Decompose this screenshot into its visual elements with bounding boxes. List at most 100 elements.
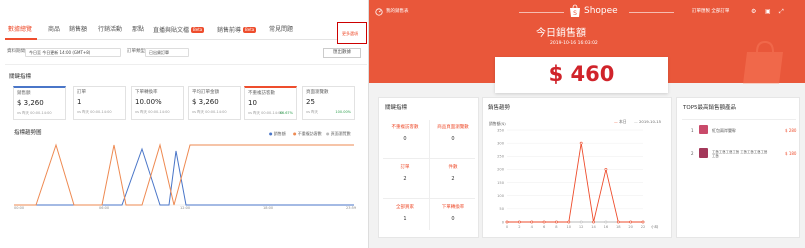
y-tick-label: 50 [499, 207, 504, 211]
y-tick-label: 300 [497, 141, 505, 145]
header-right-links[interactable]: 訂單匯製 全部訂單 [692, 9, 729, 15]
x-tick-label: 23:59 [346, 206, 357, 210]
data-point [641, 220, 645, 224]
fullscreen-icon[interactable]: ⤢ [779, 9, 784, 15]
order-type-label: 訂單類型 [127, 49, 145, 54]
product-rank: 1 [691, 128, 694, 133]
product-price: $ 180 [785, 151, 797, 156]
more-options-tab[interactable]: 更多選項 [337, 22, 367, 44]
y-tick-label: 150 [497, 181, 505, 185]
beta-badge: Beta [191, 27, 205, 33]
beta-badge: Beta [243, 27, 257, 33]
x-tick-label: 18 [616, 225, 621, 229]
data-point [505, 220, 509, 224]
metric-value: 25 [306, 98, 315, 106]
key-metric-label: 訂單 [400, 165, 410, 170]
key-metrics-title: 關鍵指標 [385, 105, 408, 111]
metric-card[interactable]: 下單轉換率 10.00% vs 昨天 00:00-14:00 [131, 86, 184, 120]
tab-overview[interactable]: 數據總覽 [8, 27, 32, 33]
metric-compare: vs 昨天 00:00-14:00 [192, 110, 227, 114]
legend-item-pageviews: ● 頁面瀏覽數 [326, 131, 351, 136]
metric-card[interactable]: 銷售額 $ 3,260 vs 昨天 00:00-14:00 [13, 86, 66, 120]
y-tick-label: 250 [497, 155, 505, 159]
product-name: 工藝工藝工藝工藝 工藝工藝工藝工藝工藝 [712, 150, 768, 158]
header-left-title: 我的銷售表 [386, 9, 409, 14]
tab-products[interactable]: 商品 [48, 27, 60, 33]
product-price: $ 280 [785, 128, 797, 133]
metric-value: 10 [248, 99, 257, 107]
metric-value: $ 3,260 [17, 99, 44, 107]
sales-datetime: 2019-10-16 16:03:02 [550, 41, 598, 46]
key-metric-value: 2 [451, 175, 455, 182]
order-type-value: 已出貨訂單 [149, 50, 169, 55]
seller-dashboard-panel: 數據總覽 商品 銷售額 行銷活動 那點 直播與貼文檔 Beta 銷售前導 Beta … [0, 0, 369, 248]
key-metric-label: 商品頁面瀏覽數 [437, 125, 469, 130]
grid-divider [383, 198, 475, 199]
tab-live-posts[interactable]: 直播與貼文檔 Beta [153, 27, 205, 34]
today-sales-title: 今日銷售額 [536, 28, 586, 39]
divider [682, 119, 796, 120]
key-metric-item: 下單轉換率 0 [431, 205, 475, 222]
key-metric-item: 全部買家 1 [383, 205, 427, 222]
key-metric-item: 不重複訪客數 0 [383, 125, 427, 142]
x-tick-label: 0 [506, 225, 509, 229]
divider [5, 64, 367, 65]
metric-label: 下單轉換率 [135, 90, 158, 95]
metric-label: 訂單 [77, 90, 86, 95]
trend-chart-title: 指標趨勢圖 [14, 130, 42, 136]
x-tick-label: 20 [628, 225, 633, 229]
x-tick-label: 18:00 [263, 206, 274, 210]
order-type-select[interactable]: 已出貨訂單 [145, 48, 189, 57]
data-point [604, 168, 608, 171]
period-select[interactable]: 今日至 今日更新 14:00 (GMT+8) [25, 48, 121, 57]
key-metrics-card: 關鍵指標 不重複訪客數 0 商品頁面瀏覽數 0 訂單 2 件數 2 全部買家 1 下單轉換率 0 [378, 97, 479, 238]
tab-sales-lead[interactable]: 銷售前導 Beta [217, 27, 257, 34]
x-tick-label: 14 [591, 225, 596, 229]
data-point [555, 220, 558, 224]
data-point [579, 141, 583, 145]
period-value: 今日至 今日更新 14:00 (GMT+8) [29, 50, 91, 55]
svg-text:S: S [573, 10, 577, 17]
metric-change: 66.67% [279, 111, 293, 115]
export-button[interactable]: 匯出數據 [323, 48, 361, 58]
x-tick-label: 16 [604, 225, 609, 229]
data-point [579, 220, 583, 224]
metric-label: 平均訂單金額 [192, 90, 219, 95]
shopping-bag-watermark [743, 40, 783, 84]
metric-label: 頁面瀏覽數 [306, 90, 329, 95]
total-sales-value: $ 460 [548, 62, 615, 86]
grid-divider [383, 158, 475, 159]
key-metric-value: 0 [403, 135, 407, 142]
product-name: 紅包兩岸嬰幹 [712, 128, 736, 133]
legend-label: 頁面瀏覽數 [330, 131, 351, 136]
legend-item-sales: ● 銷售額 [269, 131, 286, 136]
tab-faq[interactable]: 常見問題 [269, 27, 293, 33]
metric-trend-chart [14, 143, 354, 206]
product-rank: 2 [691, 151, 694, 156]
more-options-label: 更多選項 [342, 31, 358, 36]
metric-label: 銷售額 [17, 91, 31, 96]
grid-divider [429, 120, 430, 230]
metric-compare: vs 昨天 00:00-14:00 [135, 110, 170, 114]
key-metric-value: 2 [403, 175, 407, 182]
product-thumbnail [699, 125, 708, 134]
tab-marketing[interactable]: 行銷活動 [98, 27, 122, 33]
key-metric-label: 下單轉換率 [441, 205, 465, 210]
metric-card[interactable]: 平均訂單金額 $ 3,260 vs 昨天 00:00-14:00 [188, 86, 241, 120]
metric-card[interactable]: 頁面瀏覽數 25 vs 昨天 100.00% [302, 86, 355, 120]
settings-icon[interactable]: ⚙ [751, 9, 756, 15]
decor-line [519, 12, 564, 13]
top5-title: TOP5最高銷售額產品 [683, 105, 737, 111]
decor-line [629, 12, 674, 13]
metric-card[interactable]: 訂單 1 vs 昨天 00:00-14:00 [73, 86, 126, 120]
metric-compare: vs 昨天 00:00-14:00 [77, 110, 112, 114]
display-icon[interactable]: ▣ [765, 9, 771, 15]
sales-trend-card: 銷售趨勢 — 本日 — 2019-10-15 銷售額($) 0 50 100 150 2… [482, 97, 672, 238]
data-point [542, 220, 546, 224]
metric-card[interactable]: 不重複訪客數 10 vs 昨天 00:00-14:00 66.67% [244, 86, 297, 120]
key-metric-value: 1 [403, 215, 407, 222]
shopee-bag-icon: S [570, 4, 580, 17]
tab-sales[interactable]: 銷售額 [69, 27, 87, 33]
top5-products-card: TOP5最高銷售額產品 1 紅包兩岸嬰幹 $ 280 2 工藝工藝工藝工藝 工藝… [676, 97, 800, 238]
tab-points[interactable]: 那點 [132, 27, 144, 33]
